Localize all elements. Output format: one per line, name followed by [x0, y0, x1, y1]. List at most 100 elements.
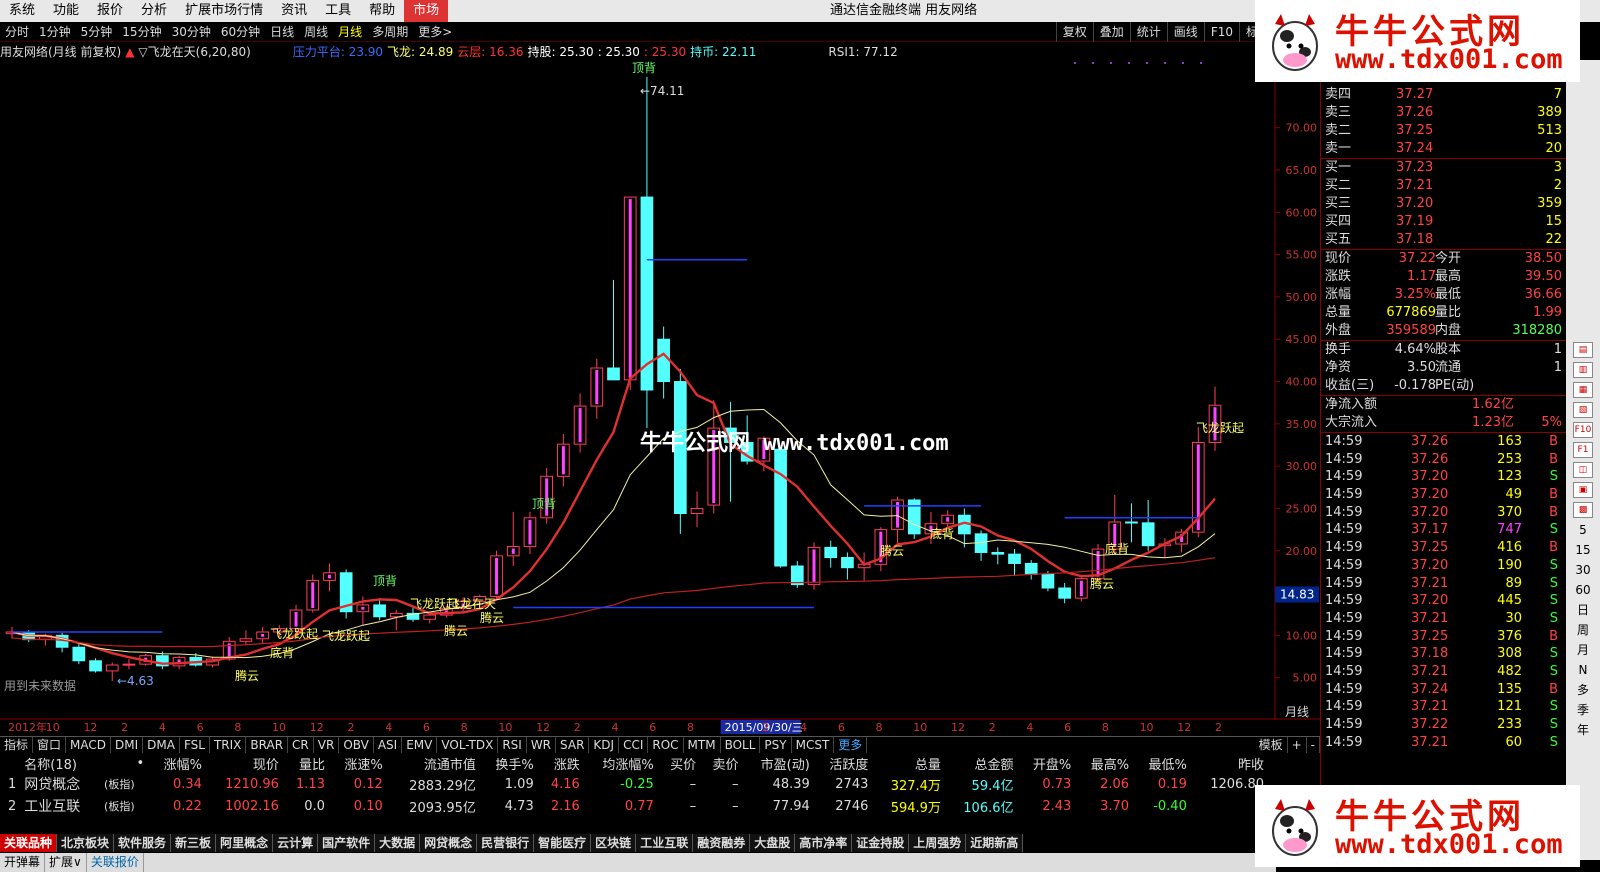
period-shortcut-4[interactable]: 日 [1577, 603, 1589, 617]
period-tab-1[interactable]: 1分钟 [34, 22, 76, 42]
indicator-tab-16[interactable]: SAR [556, 736, 590, 753]
period-shortcut-1[interactable]: 15 [1575, 543, 1590, 557]
sector-tab-5[interactable]: 云计算 [273, 834, 319, 852]
indicator-tab-7[interactable]: BRAR [246, 736, 289, 753]
toolbar-icon[interactable]: F10 [1573, 422, 1593, 438]
indicator-tab-20[interactable]: MTM [684, 736, 721, 753]
toolbar-icon[interactable]: ▣ [1573, 482, 1593, 498]
indicator-tab-10[interactable]: OBV [339, 736, 374, 753]
sector-tab-9[interactable]: 民营银行 [477, 834, 535, 852]
quote-col-header-20[interactable]: 昨收 [1191, 753, 1268, 773]
indicator-tab-4[interactable]: DMA [143, 736, 180, 753]
toolbar-icon[interactable]: F1 [1573, 442, 1593, 458]
period-tab-4[interactable]: 30分钟 [167, 22, 216, 42]
menu-item-5[interactable]: 资讯 [272, 0, 316, 22]
sector-tab-11[interactable]: 区块链 [591, 834, 637, 852]
quote-col-header-3[interactable]: 涨幅% [148, 753, 206, 773]
quote-col-header-4[interactable]: 现价 [206, 753, 283, 773]
sector-tab-6[interactable]: 国产软件 [318, 834, 376, 852]
chart-tool-button-3[interactable]: 画线 [1166, 22, 1204, 42]
sector-tab-8[interactable]: 网贷概念 [420, 834, 478, 852]
indicator-tab-2[interactable]: MACD [66, 736, 112, 753]
toolbar-icon[interactable]: ◫ [1573, 462, 1593, 478]
menu-item-6[interactable]: 工具 [316, 0, 360, 22]
toolbar-icon[interactable]: ▥ [1573, 362, 1593, 378]
quote-col-header-15[interactable]: 总量 [872, 753, 945, 773]
sector-tab-2[interactable]: 软件服务 [114, 834, 172, 852]
period-shortcut-5[interactable]: 周 [1577, 623, 1589, 637]
indicator-tab-1[interactable]: 窗口 [33, 736, 67, 753]
indicator-tab-5[interactable]: FSL [180, 736, 210, 753]
quote-col-header-5[interactable]: 量比 [283, 753, 329, 773]
sector-tab-12[interactable]: 工业互联 [636, 834, 694, 852]
quote-col-header-2[interactable]: • [100, 753, 148, 773]
indicator-tab-9[interactable]: VR [314, 736, 340, 753]
period-tab-0[interactable]: 分时 [0, 22, 34, 42]
status-button-1[interactable]: 扩展∨ [45, 853, 87, 872]
period-tab-6[interactable]: 日线 [265, 22, 299, 42]
indicator-tab-12[interactable]: EMV [402, 736, 438, 753]
indicator-tab-14[interactable]: RSI [498, 736, 527, 753]
sector-tab-15[interactable]: 高市净率 [795, 834, 853, 852]
period-tab-7[interactable]: 周线 [299, 22, 333, 42]
sector-tab-16[interactable]: 证金持股 [852, 834, 910, 852]
quote-col-header-13[interactable]: 市盈(动) [743, 753, 814, 773]
period-tab-3[interactable]: 15分钟 [117, 22, 166, 42]
period-shortcut-2[interactable]: 30 [1575, 563, 1590, 577]
quote-row[interactable]: 1 网贷概念 (板指) 0.34 1210.96 1.13 0.12 2883.29亿 1.09… [0, 773, 1268, 795]
period-tab-9[interactable]: 多周期 [367, 22, 413, 42]
period-shortcut-8[interactable]: 多 [1577, 683, 1589, 697]
quote-col-header-1[interactable]: 名称(18) [20, 753, 100, 773]
chart-tool-button-0[interactable]: 复权 [1055, 22, 1093, 42]
toolbar-icon[interactable]: ▤ [1573, 342, 1593, 358]
sector-tab-1[interactable]: 北京板块 [57, 834, 115, 852]
quote-col-header-18[interactable]: 最高% [1075, 753, 1133, 773]
indicator-tab-6[interactable]: TRIX [210, 736, 247, 753]
sector-tab-17[interactable]: 上周强势 [909, 834, 967, 852]
quote-col-header-9[interactable]: 涨跌 [538, 753, 584, 773]
menu-item-7[interactable]: 帮助 [360, 0, 404, 22]
quote-col-header-7[interactable]: 流通市值 [387, 753, 480, 773]
indicator-tab-13[interactable]: VOL-TDX [437, 736, 499, 753]
period-tab-8[interactable]: 月线 [333, 22, 367, 42]
add-tab-button[interactable]: + [1288, 736, 1307, 753]
chart-tool-button-2[interactable]: 统计 [1129, 22, 1167, 42]
period-shortcut-9[interactable]: 季 [1577, 703, 1589, 717]
kline-chart[interactable]: 5.0010.0015.0020.0025.0030.0035.0040.004… [0, 60, 1320, 720]
quote-row[interactable]: 2 工业互联 (板指) 0.22 1002.16 0.0 0.10 2093.95亿 4.73 2… [0, 795, 1268, 817]
remove-tab-button[interactable]: - [1307, 736, 1320, 753]
menu-item-3[interactable]: 分析 [132, 0, 176, 22]
quote-col-header-16[interactable]: 总金额 [945, 753, 1018, 773]
quote-col-header-17[interactable]: 开盘% [1018, 753, 1076, 773]
status-button-0[interactable]: 开弹幕 [0, 853, 46, 872]
indicator-tab-19[interactable]: ROC [648, 736, 684, 753]
indicator-tab-15[interactable]: WR [527, 736, 557, 753]
indicator-tab-18[interactable]: CCI [619, 736, 649, 753]
quote-col-header-12[interactable]: 卖价 [700, 753, 742, 773]
indicator-tab-23[interactable]: MCST [792, 736, 835, 753]
sector-tab-18[interactable]: 近期新高 [966, 834, 1024, 852]
sector-tab-0[interactable]: 关联品种 [0, 834, 58, 852]
sector-tab-10[interactable]: 智能医疗 [534, 834, 592, 852]
indicator-tab-11[interactable]: ASI [374, 736, 403, 753]
menu-item-4[interactable]: 扩展市场行情 [176, 0, 272, 22]
period-shortcut-3[interactable]: 60 [1575, 583, 1590, 597]
quote-col-header-10[interactable]: 均涨幅% [584, 753, 658, 773]
indicator-tab-17[interactable]: KDJ [589, 736, 620, 753]
indicator-tab-22[interactable]: PSY [760, 736, 792, 753]
menu-item-1[interactable]: 功能 [44, 0, 88, 22]
toolbar-icon[interactable]: ▧ [1573, 402, 1593, 418]
period-shortcut-6[interactable]: 月 [1577, 643, 1589, 657]
chart-tool-button-1[interactable]: 叠加 [1092, 22, 1130, 42]
toolbar-icon[interactable]: ▩ [1573, 502, 1593, 518]
quote-col-header-0[interactable] [0, 753, 20, 773]
period-tab-10[interactable]: 更多> [413, 22, 457, 42]
sector-tab-7[interactable]: 大数据 [375, 834, 421, 852]
status-button-2[interactable]: 关联报价 [87, 853, 144, 872]
toolbar-icon[interactable]: ▦ [1573, 382, 1593, 398]
sector-tab-14[interactable]: 大盘股 [750, 834, 796, 852]
period-shortcut-0[interactable]: 5 [1579, 523, 1587, 537]
quote-col-header-11[interactable]: 买价 [658, 753, 700, 773]
menu-item-0[interactable]: 系统 [0, 0, 44, 22]
indicator-tab-3[interactable]: DMI [111, 736, 144, 753]
